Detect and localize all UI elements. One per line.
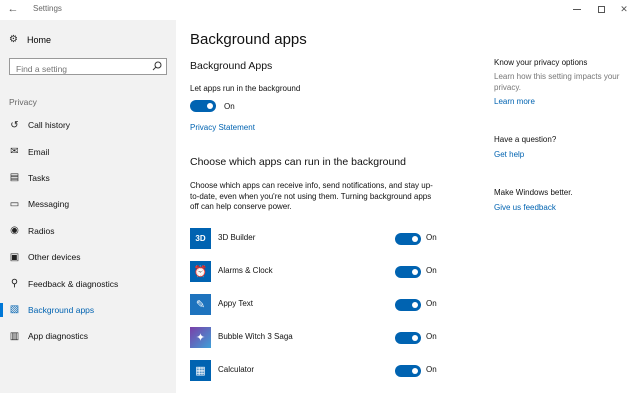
toggle-state-label: On <box>426 299 437 308</box>
app-name: Bubble Witch 3 Saga <box>218 332 293 341</box>
app-toggle-appy-text[interactable] <box>395 299 421 311</box>
let-apps-run-toggle[interactable] <box>190 100 216 112</box>
sidebar-item-label: Background apps <box>28 304 95 315</box>
app-row-3d-builder: 3D 3D Builder On <box>190 228 440 252</box>
sidebar-item-label: Other devices <box>28 252 81 263</box>
privacy-statement-link[interactable]: Privacy Statement <box>190 123 255 132</box>
privacy-options-text: Learn how this setting impacts your priv… <box>494 72 620 92</box>
app-toggle-alarms-clock[interactable] <box>395 266 421 278</box>
toggle-state-label: On <box>426 266 437 275</box>
toggle-state-label: On <box>426 332 437 341</box>
sidebar-item-app-diagnostics[interactable]: ▥ App diagnostics <box>0 323 176 349</box>
let-apps-run-label: Let apps run in the background <box>190 84 301 93</box>
gear-icon: ⚙ <box>9 34 18 45</box>
background-apps-icon: ▧ <box>9 304 20 316</box>
appy-text-icon: ✎ <box>190 294 211 315</box>
3d-builder-icon: 3D <box>190 228 211 249</box>
sidebar-item-other-devices[interactable]: ▣ Other devices <box>0 244 176 270</box>
app-toggle-bubble-witch[interactable] <box>395 332 421 344</box>
sidebar-item-label: Tasks <box>28 172 50 183</box>
search-icon[interactable] <box>152 61 162 71</box>
alarms-clock-icon: ⏰ <box>190 261 211 282</box>
app-name: Alarms & Clock <box>218 266 273 275</box>
privacy-section-label: Privacy <box>9 97 37 107</box>
messaging-icon: ▭ <box>9 198 20 210</box>
privacy-options-heading: Know your privacy options <box>494 58 588 67</box>
question-heading: Have a question? <box>494 135 557 144</box>
search-box[interactable] <box>9 58 167 77</box>
learn-more-link[interactable]: Learn more <box>494 97 535 106</box>
close-button[interactable]: ✕ <box>612 1 636 17</box>
window-title: Settings <box>33 4 62 13</box>
feedback-icon: ⚲ <box>10 278 19 290</box>
app-row-appy-text: ✎ Appy Text On <box>190 294 440 318</box>
sidebar-item-feedback-diagnostics[interactable]: ⚲ Feedback & diagnostics <box>0 270 176 296</box>
home-label: Home <box>27 34 52 45</box>
call-history-icon: ↺ <box>10 119 19 131</box>
main-content: Background apps Background Apps Let apps… <box>190 20 450 393</box>
sidebar-item-radios[interactable]: ◉ Radios <box>0 218 176 244</box>
sidebar-item-label: Radios <box>28 225 55 236</box>
sidebar-item-label: Call history <box>28 120 71 131</box>
section-description: Choose which apps can receive info, send… <box>190 181 433 211</box>
sidebar-item-tasks[interactable]: ▤ Tasks <box>0 165 176 191</box>
sidebar-item-messaging[interactable]: ▭ Messaging <box>0 191 176 217</box>
app-toggle-calculator[interactable] <box>395 365 421 377</box>
title-bar: ← Settings ✕ <box>0 0 640 20</box>
app-name: Calculator <box>218 365 255 374</box>
sidebar-item-background-apps[interactable]: ▧ Background apps <box>0 297 176 323</box>
sidebar: ⚙ Home Privacy ↺ Call history ✉ Email ▤ … <box>0 20 176 393</box>
section-title-background-apps: Background Apps <box>190 60 273 72</box>
page-title: Background apps <box>190 31 307 48</box>
email-icon: ✉ <box>10 146 19 158</box>
sidebar-item-label: Email <box>28 146 50 157</box>
sidebar-item-label: Messaging <box>28 199 70 210</box>
radios-icon: ◉ <box>10 225 19 237</box>
app-name: 3D Builder <box>218 233 256 242</box>
tasks-icon: ▤ <box>9 172 20 184</box>
app-row-calculator: ▦ Calculator On <box>190 360 440 384</box>
app-row-bubble-witch: ✦ Bubble Witch 3 Saga On <box>190 327 440 351</box>
toggle-state-label: On <box>224 101 235 111</box>
minimize-button[interactable] <box>565 1 589 17</box>
app-toggle-3d-builder[interactable] <box>395 233 421 245</box>
maximize-button[interactable] <box>589 1 613 17</box>
let-apps-run-setting: On <box>190 100 235 112</box>
sidebar-item-email[interactable]: ✉ Email <box>0 138 176 164</box>
sidebar-item-label: App diagnostics <box>28 331 89 342</box>
app-row-alarms-clock: ⏰ Alarms & Clock On <box>190 261 440 285</box>
calculator-icon: ▦ <box>190 360 211 381</box>
get-help-link[interactable]: Get help <box>494 150 524 159</box>
sidebar-item-call-history[interactable]: ↺ Call history <box>0 112 176 138</box>
make-windows-better-heading: Make Windows better. <box>494 188 573 197</box>
home-nav-item[interactable]: ⚙ Home <box>8 34 51 45</box>
give-feedback-link[interactable]: Give us feedback <box>494 203 556 212</box>
sidebar-item-label: Feedback & diagnostics <box>28 278 119 289</box>
bubble-witch-icon: ✦ <box>190 327 211 348</box>
search-input[interactable] <box>10 61 148 77</box>
app-name: Appy Text <box>218 299 253 308</box>
back-arrow-icon[interactable]: ← <box>6 2 20 16</box>
privacy-nav-list: ↺ Call history ✉ Email ▤ Tasks ▭ Messagi… <box>0 112 176 350</box>
toggle-state-label: On <box>426 365 437 374</box>
app-diagnostics-icon: ▥ <box>9 330 20 342</box>
other-devices-icon: ▣ <box>9 251 20 263</box>
section-title-choose-apps: Choose which apps can run in the backgro… <box>190 156 406 168</box>
toggle-state-label: On <box>426 233 437 242</box>
